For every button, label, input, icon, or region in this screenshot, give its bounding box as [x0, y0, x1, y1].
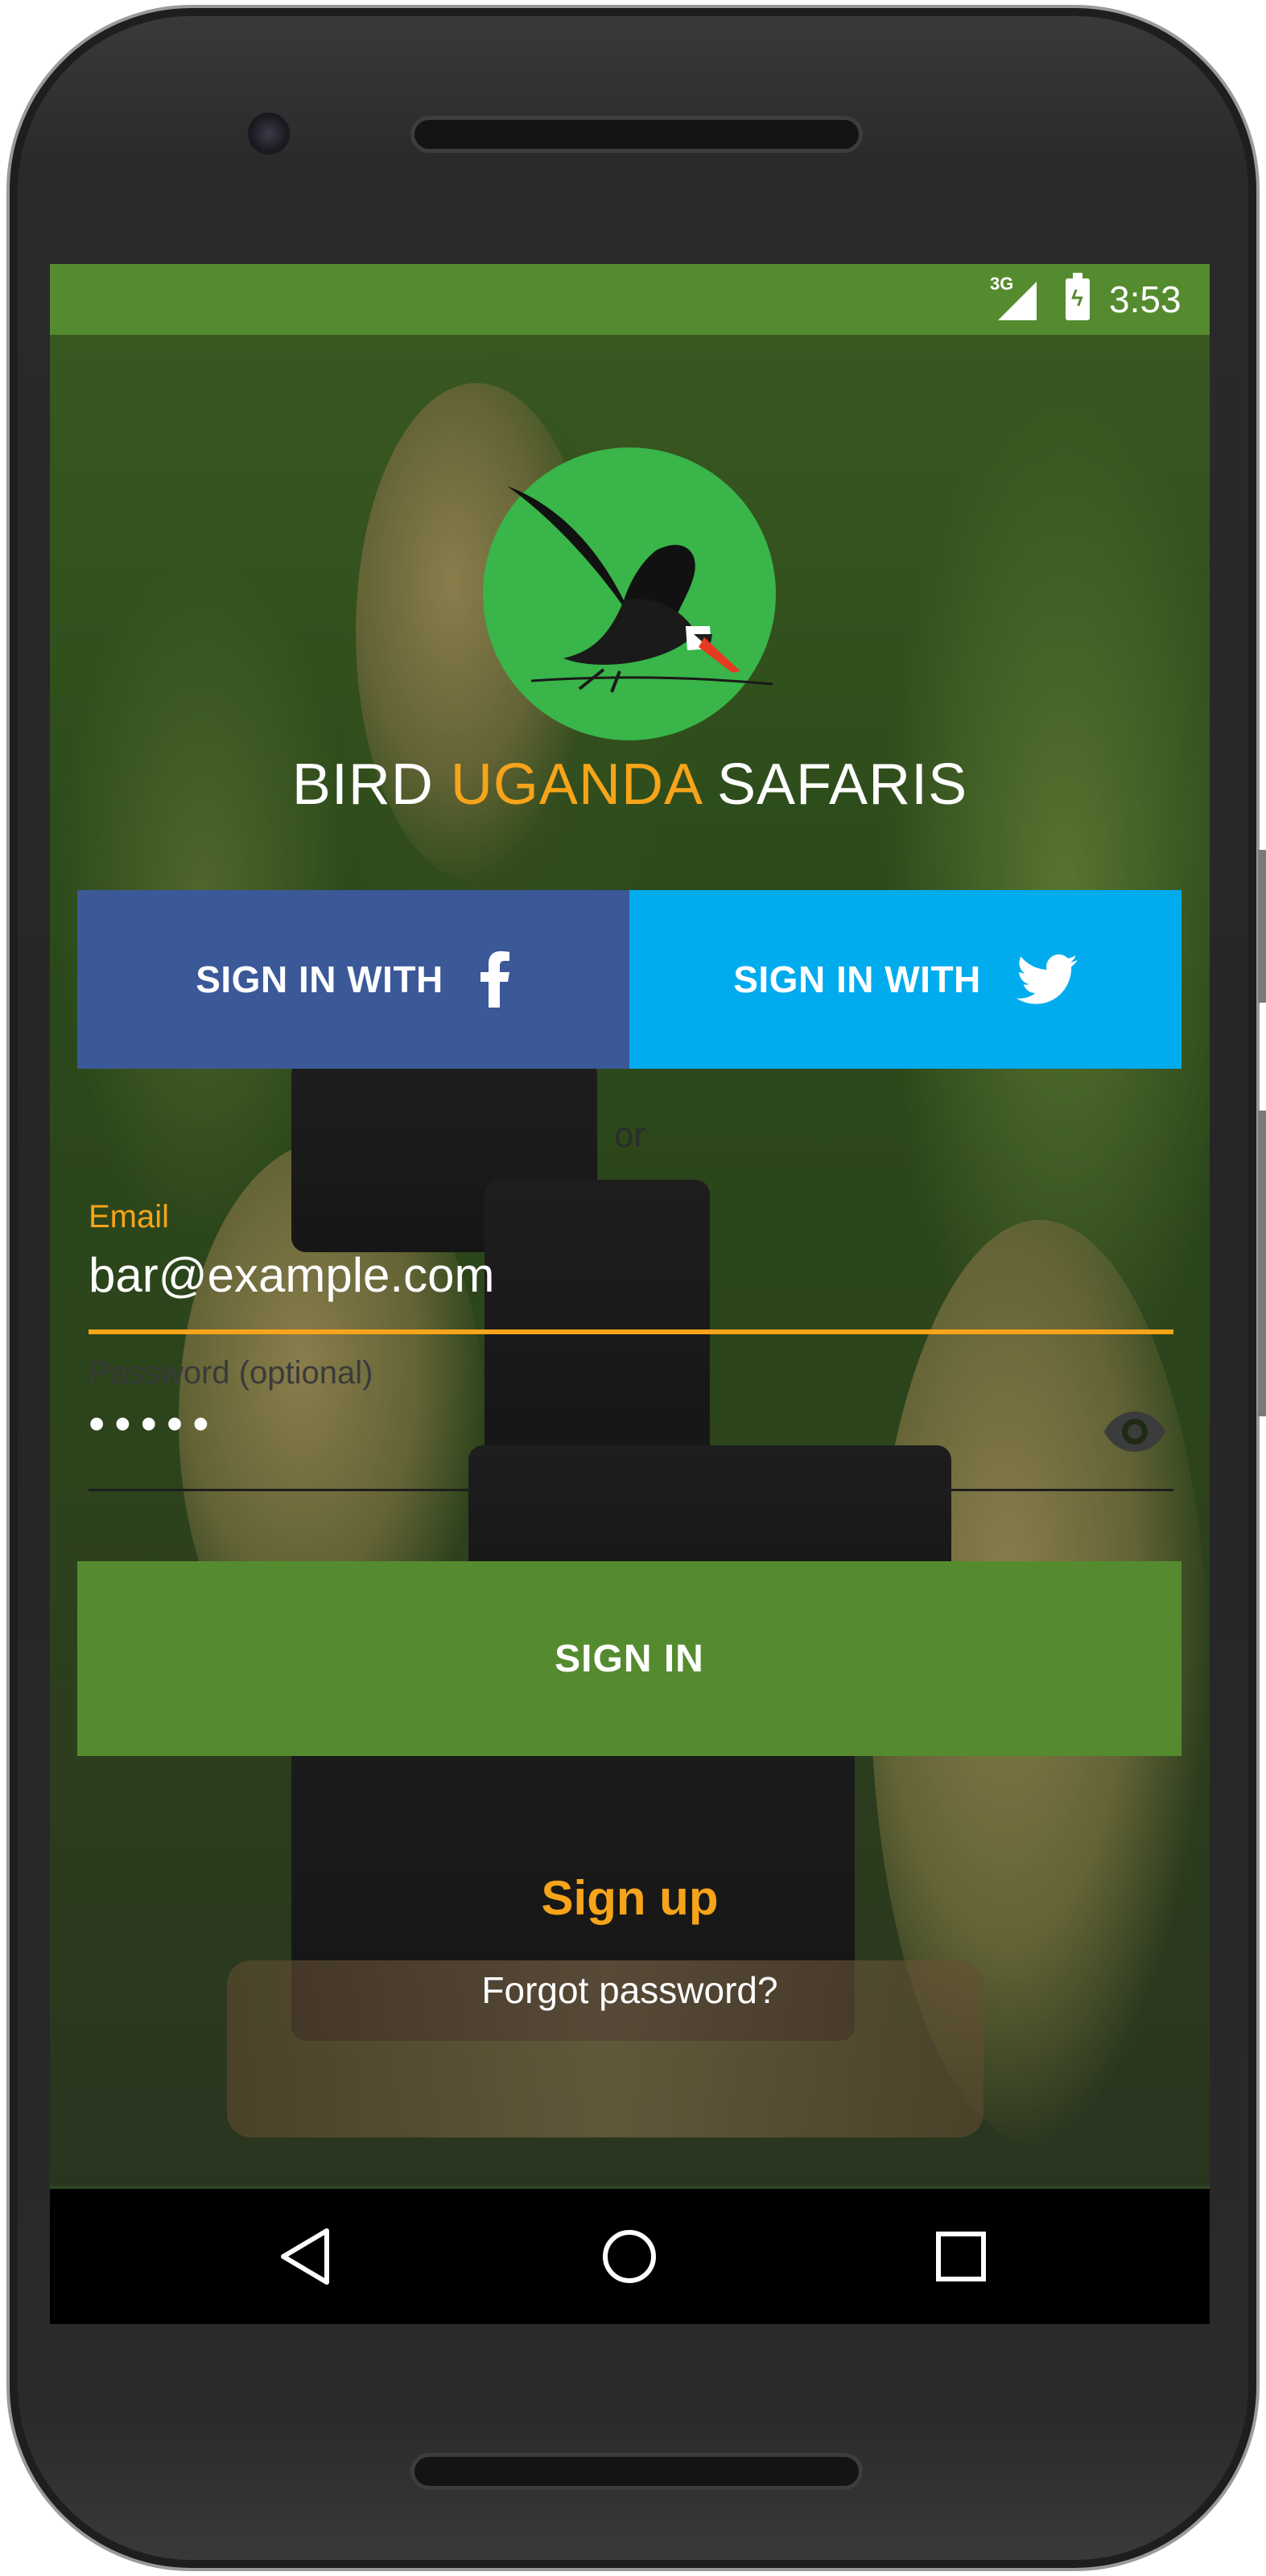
app-logo — [483, 447, 776, 740]
email-label: Email — [89, 1199, 170, 1234]
back-icon[interactable] — [277, 2226, 335, 2291]
volume-button — [1258, 1111, 1266, 1416]
bird-logo-icon — [507, 486, 773, 693]
password-label: Password (optional) — [89, 1355, 373, 1391]
email-field[interactable] — [89, 1243, 1173, 1307]
status-bar: 3G ϟ 3:53 — [50, 264, 1210, 335]
password-underline — [89, 1489, 1173, 1491]
facebook-signin-button[interactable]: SIGN IN WITH — [77, 890, 629, 1069]
facebook-signin-label: SIGN IN WITH — [196, 958, 443, 1000]
signal-icon — [998, 282, 1037, 320]
divider-or: or — [613, 1115, 646, 1155]
sign-in-label: SIGN IN — [555, 1637, 704, 1680]
bottom-speaker — [410, 2453, 863, 2490]
home-icon[interactable] — [599, 2226, 660, 2291]
password-field[interactable]: ••••• — [89, 1397, 219, 1451]
sign-in-button[interactable]: SIGN IN — [77, 1561, 1181, 1756]
front-camera — [248, 113, 290, 155]
forgot-password-link[interactable]: Forgot password? — [50, 1968, 1210, 2012]
status-time: 3:53 — [1109, 278, 1181, 320]
twitter-signin-button[interactable]: SIGN IN WITH — [629, 890, 1181, 1069]
twitter-signin-label: SIGN IN WITH — [733, 958, 981, 1000]
eye-icon[interactable] — [1103, 1410, 1167, 1457]
email-underline — [89, 1329, 1173, 1334]
top-speaker — [410, 116, 863, 153]
app-screen: 3G ϟ 3:53 BIRD UGANDA SAFARIS SIGN IN WI… — [50, 264, 1210, 2324]
facebook-icon — [479, 951, 511, 1008]
navigation-bar — [50, 2189, 1210, 2324]
app-title: BIRD UGANDA SAFARIS — [291, 752, 968, 817]
recents-icon[interactable] — [930, 2226, 992, 2291]
twitter-icon — [1016, 954, 1078, 1004]
power-button — [1258, 850, 1266, 1003]
battery-icon: ϟ — [1066, 273, 1090, 320]
sign-up-link[interactable]: Sign up — [50, 1870, 1210, 1926]
